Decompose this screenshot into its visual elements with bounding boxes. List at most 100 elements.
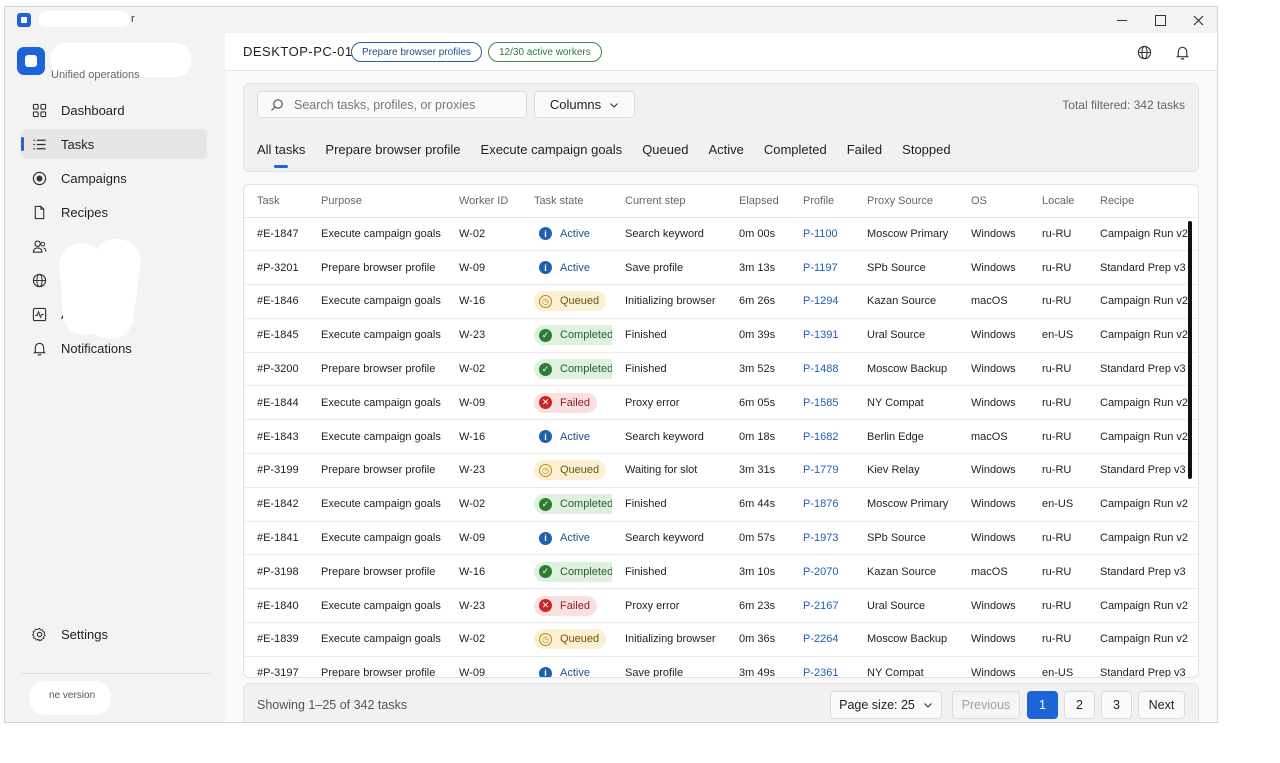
table-row[interactable]: #E-1844 Execute campaign goals W-09 ✕ Failed… [244, 385, 1198, 421]
table-row[interactable]: #P-3199 Prepare browser profile W-23 ◷ Queue… [244, 453, 1198, 488]
column-header[interactable]: Locale [1029, 185, 1087, 218]
purpose-cell: Execute campaign goals [308, 284, 446, 319]
bell-icon[interactable] [1173, 43, 1191, 61]
previous-button[interactable]: Previous [952, 691, 1020, 719]
table-row[interactable]: #E-1845 Execute campaign goals W-23 ✓ Comple… [244, 318, 1198, 353]
profile-link[interactable]: P-1197 [790, 250, 854, 286]
profiles-pill[interactable]: Prepare browser profiles [351, 42, 482, 62]
recipe-cell: Campaign Run v2 [1087, 588, 1198, 624]
worker-id-cell: W-09 [446, 385, 521, 421]
vertical-scrollbar[interactable] [1188, 221, 1192, 479]
maximize-button[interactable] [1141, 7, 1179, 33]
profile-link[interactable]: P-2361 [790, 656, 854, 677]
profile-link[interactable]: P-2070 [790, 554, 854, 590]
sidebar-item-label: Tasks [61, 136, 95, 152]
tab-queued[interactable]: Queued [642, 141, 688, 161]
profile-link[interactable]: P-1585 [790, 385, 854, 421]
os-cell: macOS [958, 284, 1029, 319]
column-header[interactable]: Task state [521, 185, 612, 218]
profile-link[interactable]: P-2264 [790, 622, 854, 657]
settings-button[interactable]: Settings [21, 619, 207, 649]
status-badge: i Active [534, 224, 597, 244]
tab-execute-campaign-goals[interactable]: Execute campaign goals [481, 141, 623, 161]
showing-count: Showing 1–25 of 342 tasks [257, 698, 408, 712]
current-step-cell: Save profile [612, 250, 726, 286]
search-box[interactable] [257, 91, 527, 118]
status-label: Queued [560, 295, 600, 308]
status-badge: ✕ Failed [534, 595, 597, 616]
column-header[interactable]: OS [958, 185, 1029, 218]
table-row[interactable]: #P-3200 Prepare browser profile W-02 ✓ Compl… [244, 352, 1198, 387]
status-active-icon: i [539, 666, 552, 677]
tab-stopped[interactable]: Stopped [902, 141, 950, 161]
sidebar-item-recipes[interactable]: Recipes [21, 197, 207, 227]
profile-link[interactable]: P-1391 [790, 318, 854, 353]
status-badge: ✕ Failed [534, 392, 597, 413]
profile-link[interactable]: P-1488 [790, 352, 854, 387]
sidebar-item-dashboard[interactable]: Dashboard [21, 95, 207, 125]
tasks-table-card: Task Purpose Worker ID Task state Curren… [243, 184, 1199, 678]
columns-button[interactable]: Columns [534, 91, 635, 118]
profile-link[interactable]: P-1876 [790, 487, 854, 522]
current-step-cell: Proxy error [612, 385, 726, 421]
sidebar-item-tasks[interactable]: Tasks [21, 129, 207, 159]
table-row[interactable]: #P-3197 Prepare browser profile W-09 i Activ… [244, 656, 1198, 678]
column-header[interactable]: Elapsed [726, 185, 790, 218]
search-input[interactable] [294, 97, 514, 112]
column-header[interactable]: Profile [790, 185, 854, 218]
column-header[interactable]: Recipe [1087, 185, 1198, 218]
columns-label: Columns [549, 97, 602, 112]
table-row[interactable]: #E-1840 Execute campaign goals W-23 ✕ Failed… [244, 588, 1198, 624]
table-row[interactable]: #P-3198 Prepare browser profile W-16 ✓ Compl… [244, 554, 1198, 590]
tab-prepare-browser-profile[interactable]: Prepare browser profile [325, 141, 460, 161]
status-cell: ✓ Completed [521, 318, 612, 353]
profile-link[interactable]: P-1100 [790, 217, 854, 252]
task-id-cell: #P-3197 [244, 656, 308, 677]
task-id-cell: #E-1839 [244, 622, 308, 657]
profile-link[interactable]: P-2167 [790, 588, 854, 624]
profile-link[interactable]: P-1682 [790, 419, 854, 455]
status-label: Failed [560, 396, 590, 409]
recipe-cell: Campaign Run v2 [1087, 622, 1198, 657]
column-header[interactable]: Worker ID [446, 185, 521, 218]
table-row[interactable]: #E-1843 Execute campaign goals W-16 i Active… [244, 419, 1198, 455]
current-step-cell: Finished [612, 352, 726, 387]
globe-icon[interactable] [1135, 43, 1153, 61]
current-step-cell: Initializing browser [612, 284, 726, 319]
profile-link[interactable]: P-1294 [790, 284, 854, 319]
table-row[interactable]: #E-1841 Execute campaign goals W-09 i Active… [244, 521, 1198, 556]
tab-active[interactable]: Active [708, 141, 743, 161]
page-size-dropdown[interactable]: Page size: 25 [830, 691, 942, 719]
current-step-cell: Finished [612, 318, 726, 353]
table-row[interactable]: #E-1842 Execute campaign goals W-02 ✓ Comple… [244, 487, 1198, 522]
tab-completed[interactable]: Completed [764, 141, 827, 161]
status-label: Active [560, 667, 590, 678]
page-1-button[interactable]: 1 [1027, 691, 1058, 719]
close-button[interactable] [1179, 7, 1217, 33]
table-row[interactable]: #E-1846 Execute campaign goals W-16 ◷ Queued… [244, 284, 1198, 319]
workers-pill[interactable]: 12/30 active workers [488, 42, 602, 62]
worker-id-cell: W-23 [446, 588, 521, 624]
proxy-source-cell: Ural Source [854, 318, 958, 353]
column-header[interactable]: Purpose [308, 185, 446, 218]
current-step-cell: Search keyword [612, 217, 726, 252]
table-row[interactable]: #E-1847 Execute campaign goals W-02 i Active… [244, 217, 1198, 252]
bell-icon [31, 340, 47, 356]
sidebar-item-campaigns[interactable]: Campaigns [21, 163, 207, 193]
profile-link[interactable]: P-1973 [790, 521, 854, 556]
sidebar-item-label: Settings [61, 626, 108, 642]
column-header[interactable]: Task [244, 185, 308, 218]
next-button[interactable]: Next [1138, 691, 1185, 719]
table-row[interactable]: #P-3201 Prepare browser profile W-09 i Activ… [244, 250, 1198, 286]
page-2-button[interactable]: 2 [1064, 691, 1095, 719]
minimize-button[interactable] [1103, 7, 1141, 33]
column-header[interactable]: Current step [612, 185, 726, 218]
table-row[interactable]: #E-1839 Execute campaign goals W-02 ◷ Queued… [244, 622, 1198, 657]
tab-failed[interactable]: Failed [847, 141, 882, 161]
column-header[interactable]: Proxy Source [854, 185, 958, 218]
page-3-button[interactable]: 3 [1101, 691, 1132, 719]
tab-all-tasks[interactable]: All tasks [257, 141, 305, 161]
purpose-cell: Prepare browser profile [308, 352, 446, 387]
profile-link[interactable]: P-1779 [790, 453, 854, 488]
purpose-cell: Prepare browser profile [308, 453, 446, 488]
